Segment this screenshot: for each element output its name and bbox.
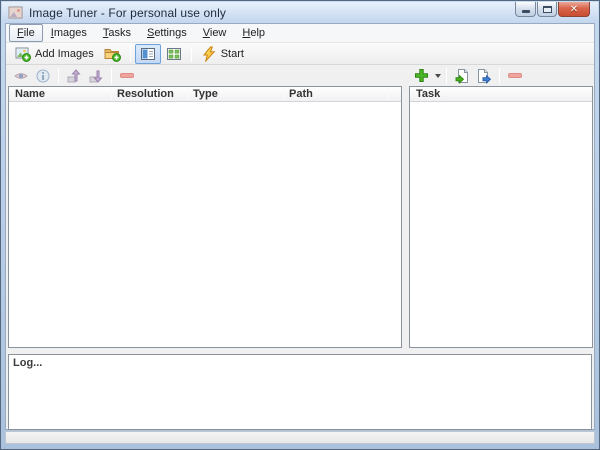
view-thumbnails-button[interactable] bbox=[161, 44, 187, 64]
add-images-button[interactable]: Add Images bbox=[10, 44, 99, 64]
eye-icon bbox=[13, 70, 29, 82]
toolbar-separator bbox=[446, 68, 447, 84]
image-info-button[interactable] bbox=[32, 66, 54, 85]
menu-label: elp bbox=[250, 27, 265, 39]
client-area: File Images Tasks Settings View Help bbox=[5, 23, 595, 430]
add-task-button[interactable] bbox=[410, 66, 432, 85]
task-panel: Task bbox=[409, 86, 593, 348]
toolbar-separator bbox=[499, 68, 500, 84]
column-header-resolution[interactable]: Resolution bbox=[117, 88, 174, 100]
lightning-icon bbox=[201, 46, 217, 62]
move-down-icon bbox=[88, 69, 104, 83]
remove-icon bbox=[120, 73, 134, 78]
add-folder-button[interactable] bbox=[99, 44, 126, 64]
close-button[interactable]: ✕ bbox=[558, 2, 590, 17]
minimize-button[interactable] bbox=[515, 2, 536, 17]
menu-label: asks bbox=[108, 27, 131, 39]
task-toolbar bbox=[410, 66, 526, 85]
maximize-icon bbox=[543, 6, 552, 13]
move-up-button[interactable] bbox=[63, 66, 85, 85]
menu-label: iew bbox=[210, 27, 227, 39]
save-task-icon bbox=[476, 68, 492, 84]
secondary-toolbar bbox=[6, 65, 594, 86]
menu-item-tasks[interactable]: Tasks bbox=[95, 24, 139, 42]
save-task-button[interactable] bbox=[473, 66, 495, 85]
close-icon: ✕ bbox=[570, 3, 578, 16]
menu-item-images[interactable]: Images bbox=[43, 24, 95, 42]
move-up-icon bbox=[66, 69, 82, 83]
main-toolbar: Add Images bbox=[6, 43, 594, 65]
window-controls: ✕ bbox=[514, 2, 590, 17]
menu-item-view[interactable]: View bbox=[195, 24, 235, 42]
remove-image-button[interactable] bbox=[116, 66, 138, 85]
remove-task-button[interactable] bbox=[504, 66, 526, 85]
view-thumbnails-icon bbox=[166, 46, 182, 62]
menu-label: mages bbox=[54, 27, 87, 39]
column-header-task[interactable]: Task bbox=[416, 88, 440, 100]
toolbar-separator bbox=[58, 68, 59, 84]
file-list-body[interactable] bbox=[9, 103, 401, 347]
menu-label: ile bbox=[24, 27, 35, 39]
add-images-label: Add Images bbox=[35, 48, 94, 60]
start-button[interactable]: Start bbox=[196, 44, 249, 64]
column-divider[interactable] bbox=[187, 88, 188, 100]
move-down-button[interactable] bbox=[85, 66, 107, 85]
status-bar bbox=[5, 431, 595, 444]
task-panel-header: Task bbox=[410, 87, 592, 102]
log-label: Log... bbox=[13, 357, 42, 369]
titlebar[interactable]: Image Tuner - For personal use only ✕ bbox=[2, 2, 598, 23]
menu-item-settings[interactable]: Settings bbox=[139, 24, 195, 42]
column-divider[interactable] bbox=[111, 88, 112, 100]
start-label: Start bbox=[221, 48, 244, 60]
add-images-icon bbox=[15, 46, 31, 62]
app-window: Image Tuner - For personal use only ✕ Fi… bbox=[0, 0, 600, 450]
menu-label: ettings bbox=[154, 27, 186, 39]
info-icon bbox=[36, 69, 50, 83]
minimize-icon bbox=[522, 10, 530, 13]
column-header-name[interactable]: Name bbox=[15, 88, 45, 100]
open-task-icon bbox=[454, 68, 470, 84]
file-list-header: Name Resolution Type Path bbox=[9, 87, 401, 102]
column-divider[interactable] bbox=[388, 88, 389, 100]
menu-bar: File Images Tasks Settings View Help bbox=[6, 24, 594, 43]
toolbar-separator bbox=[111, 68, 112, 84]
app-icon bbox=[8, 5, 24, 20]
add-folder-icon bbox=[104, 46, 121, 62]
window-title: Image Tuner - For personal use only bbox=[29, 6, 226, 20]
toolbar-separator bbox=[191, 46, 192, 62]
open-task-button[interactable] bbox=[451, 66, 473, 85]
column-header-path[interactable]: Path bbox=[289, 88, 313, 100]
maximize-button[interactable] bbox=[537, 2, 557, 17]
menu-label: F bbox=[17, 27, 24, 39]
remove-task-icon bbox=[508, 73, 522, 78]
add-task-dropdown[interactable] bbox=[432, 66, 442, 85]
column-divider[interactable] bbox=[283, 88, 284, 100]
menu-label: V bbox=[203, 27, 210, 39]
add-task-icon bbox=[414, 68, 429, 83]
toolbar-separator bbox=[130, 46, 131, 62]
view-details-button[interactable] bbox=[135, 44, 161, 64]
menu-item-file[interactable]: File bbox=[9, 24, 43, 42]
file-list-panel: Name Resolution Type Path bbox=[8, 86, 402, 348]
menu-item-help[interactable]: Help bbox=[234, 24, 273, 42]
column-header-type[interactable]: Type bbox=[193, 88, 218, 100]
view-details-icon bbox=[140, 46, 156, 62]
chevron-down-icon bbox=[435, 74, 441, 78]
preview-button[interactable] bbox=[10, 66, 32, 85]
task-panel-body[interactable] bbox=[410, 103, 592, 347]
log-panel[interactable]: Log... bbox=[8, 354, 592, 430]
